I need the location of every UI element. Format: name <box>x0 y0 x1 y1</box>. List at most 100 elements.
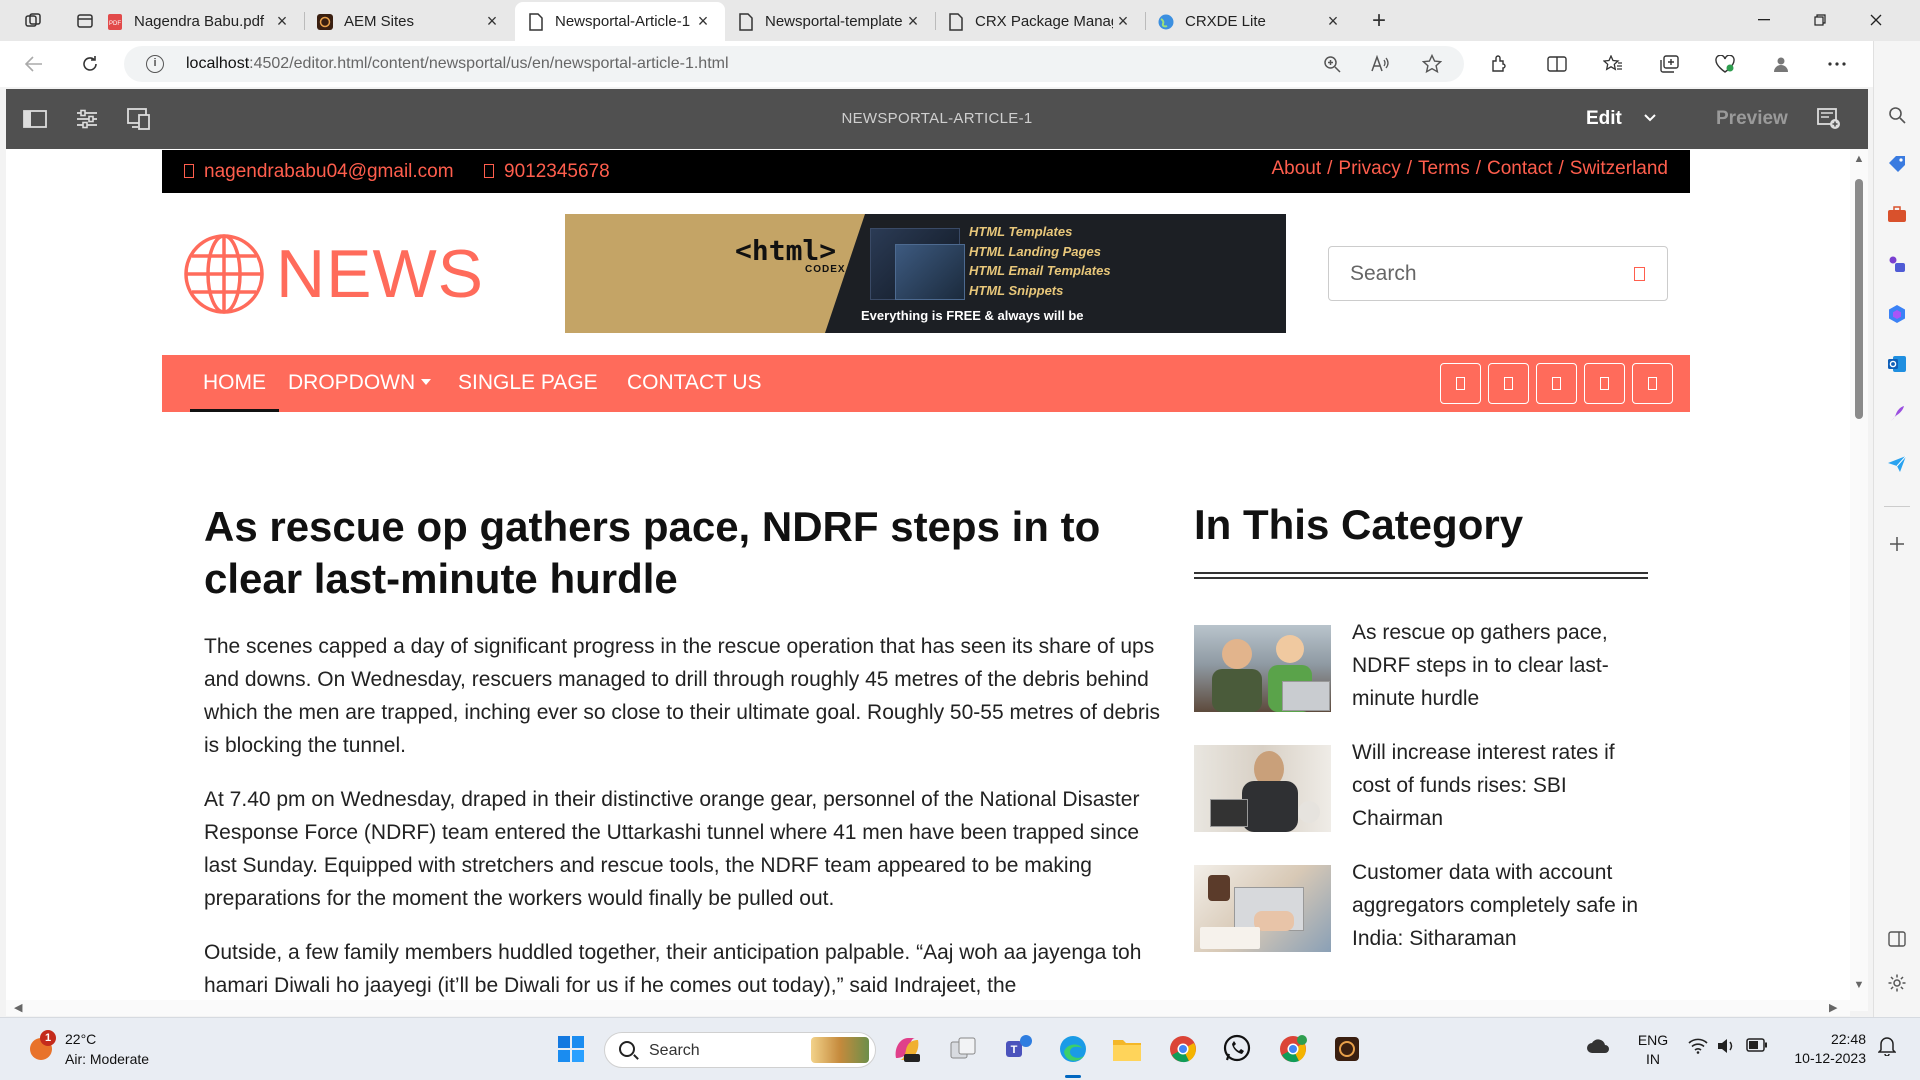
notification-bell-icon[interactable] <box>1877 1036 1897 1059</box>
browser-essentials-icon[interactable] <box>1710 49 1740 79</box>
close-tab-icon[interactable]: × <box>482 11 502 32</box>
annotations-icon[interactable] <box>1814 104 1844 134</box>
taskbar-search[interactable]: Search <box>604 1032 876 1068</box>
chrome-profile-icon[interactable] <box>1276 1032 1310 1066</box>
mode-dropdown-chevron-down-icon[interactable] <box>1640 107 1660 127</box>
social-linkedin-icon[interactable] <box>1536 363 1577 404</box>
new-tab-button[interactable]: + <box>1364 6 1394 36</box>
tab-nagendra-pdf[interactable]: PDF Nagendra Babu.pdf × <box>94 2 304 41</box>
language-indicator[interactable]: ENG IN <box>1636 1031 1670 1069</box>
collections-icon[interactable] <box>1654 49 1684 79</box>
tools-briefcase-icon[interactable] <box>1885 202 1909 226</box>
nav-single-page[interactable]: SINGLE PAGE <box>458 355 598 412</box>
page-properties-icon[interactable] <box>72 104 102 134</box>
wifi-icon[interactable] <box>1688 1038 1708 1057</box>
close-tab-icon[interactable]: × <box>1113 11 1133 32</box>
site-info-icon[interactable]: i <box>146 55 164 73</box>
restore-icon[interactable] <box>1792 0 1848 40</box>
weather-icon[interactable]: 1 <box>26 1030 56 1064</box>
profile-icon[interactable] <box>1766 49 1796 79</box>
microsoft-365-icon[interactable] <box>1885 302 1909 326</box>
edit-mode-label[interactable]: Edit <box>1586 89 1622 149</box>
file-explorer-icon[interactable] <box>1110 1032 1144 1066</box>
aem-app-icon[interactable] <box>1330 1032 1364 1066</box>
social-youtube-icon[interactable] <box>1632 363 1673 404</box>
games-icon[interactable] <box>1885 252 1909 276</box>
site-logo[interactable]: NEWS <box>182 232 484 316</box>
tab-crx-package-manager[interactable]: CRX Package Manager - / × <box>935 2 1145 41</box>
refresh-icon[interactable] <box>74 49 106 79</box>
category-item[interactable]: As rescue op gathers pace, NDRF steps in… <box>1194 621 1648 721</box>
link-terms[interactable]: Terms <box>1418 158 1470 179</box>
address-bar[interactable]: i localhost:4502/editor.html/content/new… <box>124 46 1464 82</box>
social-facebook-icon[interactable] <box>1488 363 1529 404</box>
extensions-icon[interactable] <box>1484 49 1514 79</box>
scroll-down-icon[interactable]: ▼ <box>1850 979 1868 991</box>
minimize-icon[interactable] <box>1736 0 1792 40</box>
horizontal-scrollbar[interactable]: ◀ ▶ <box>6 1000 1850 1016</box>
chrome-icon[interactable] <box>1166 1032 1200 1066</box>
read-aloud-icon[interactable] <box>1368 52 1392 76</box>
search-input[interactable] <box>1330 248 1610 299</box>
scroll-right-icon[interactable]: ▶ <box>1829 1001 1837 1014</box>
close-tab-icon[interactable]: × <box>272 11 292 32</box>
link-contact[interactable]: Contact <box>1487 158 1552 179</box>
html-codex-banner[interactable]: <html> CODEX HTML Templates HTML Landing… <box>565 214 1286 333</box>
close-tab-icon[interactable]: × <box>1323 11 1343 32</box>
weather-temperature[interactable]: 22°C <box>65 1031 96 1047</box>
search-icon[interactable] <box>1634 267 1645 281</box>
outlook-icon[interactable] <box>1885 352 1909 376</box>
side-panel-toggle-icon[interactable] <box>20 104 50 134</box>
settings-gear-icon[interactable] <box>1885 971 1909 995</box>
link-privacy[interactable]: Privacy <box>1338 158 1400 179</box>
close-tab-icon[interactable]: × <box>693 11 713 32</box>
tab-newsportal-article[interactable]: Newsportal-Article-1 × <box>515 2 725 41</box>
phone-contact[interactable]: 9012345678 <box>484 161 610 183</box>
nav-dropdown[interactable]: DROPDOWN <box>288 355 432 412</box>
weather-description[interactable]: Air: Moderate <box>65 1051 149 1067</box>
hide-sidebar-icon[interactable] <box>1885 927 1909 951</box>
favorites-icon[interactable] <box>1598 49 1628 79</box>
favorite-star-icon[interactable] <box>1420 52 1444 76</box>
vertical-scrollbar[interactable]: ▲ ▼ <box>1850 149 1868 1011</box>
category-item[interactable]: Will increase interest rates if cost of … <box>1194 741 1648 841</box>
category-item[interactable]: Customer data with account aggregators c… <box>1194 861 1648 961</box>
emulator-icon[interactable] <box>124 104 154 134</box>
close-window-icon[interactable] <box>1848 0 1904 40</box>
back-icon[interactable] <box>18 49 50 79</box>
sidebar-add-icon[interactable] <box>1885 532 1909 556</box>
cloud-icon[interactable] <box>1586 1038 1610 1057</box>
send-plane-icon[interactable] <box>1885 452 1909 476</box>
social-instagram-icon[interactable] <box>1584 363 1625 404</box>
email-contact[interactable]: nagendrababu04@gmail.com <box>184 161 454 183</box>
sidebar-search-icon[interactable] <box>1885 103 1909 127</box>
whatsapp-icon[interactable] <box>1220 1032 1254 1066</box>
zoom-icon[interactable] <box>1320 52 1344 76</box>
workspaces-icon[interactable] <box>18 6 48 36</box>
social-twitter-icon[interactable] <box>1440 363 1481 404</box>
shopping-tag-icon[interactable] <box>1885 152 1909 176</box>
tab-newsportal-template[interactable]: Newsportal-template-1 × <box>725 2 935 41</box>
task-view-icon[interactable] <box>946 1032 980 1066</box>
more-menu-icon[interactable] <box>1822 49 1852 79</box>
preview-button[interactable]: Preview <box>1716 89 1788 149</box>
system-clock[interactable]: 22:48 10-12-2023 <box>1786 1030 1866 1068</box>
designer-icon[interactable] <box>1885 402 1909 426</box>
close-tab-icon[interactable]: × <box>903 11 923 32</box>
edge-icon[interactable] <box>1056 1032 1090 1066</box>
scroll-left-icon[interactable]: ◀ <box>14 1001 22 1014</box>
copilot-preview-icon[interactable] <box>890 1032 924 1066</box>
link-switzerland[interactable]: Switzerland <box>1570 158 1668 179</box>
volume-icon[interactable] <box>1716 1038 1736 1057</box>
battery-icon[interactable] <box>1746 1038 1768 1055</box>
nav-contact-us[interactable]: CONTACT US <box>627 355 762 412</box>
link-about[interactable]: About <box>1271 158 1321 179</box>
tab-crxde-lite[interactable]: CRXDE Lite × <box>1145 2 1355 41</box>
tab-aem-sites[interactable]: AEM Sites × <box>304 2 514 41</box>
scrollbar-thumb[interactable] <box>1855 179 1863 419</box>
nav-home[interactable]: HOME <box>190 355 279 412</box>
start-windows-icon[interactable] <box>554 1032 588 1066</box>
teams-icon[interactable]: T <box>1002 1032 1036 1066</box>
scroll-up-icon[interactable]: ▲ <box>1850 153 1868 165</box>
split-screen-icon[interactable] <box>1542 49 1572 79</box>
